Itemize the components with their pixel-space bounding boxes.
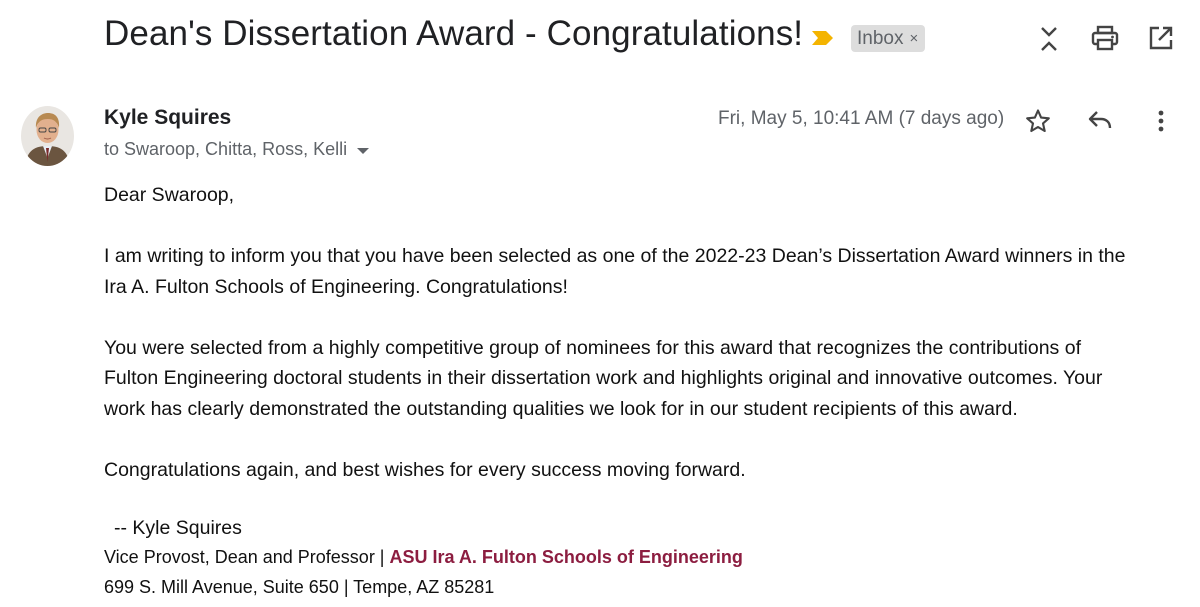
recipients-text: to Swaroop, Chitta, Ross, Kelli: [104, 139, 348, 159]
signature-title-line: Vice Provost, Dean and Professor | ASU I…: [104, 542, 743, 572]
paragraph-2-line-1: You were selected from a highly competit…: [104, 336, 1081, 359]
paragraph-1-line-2: Ira A. Fulton Schools of Engineering. Co…: [104, 275, 568, 298]
label-chip-text: Inbox: [857, 27, 904, 49]
signature-address: 699 S. Mill Avenue, Suite 650 | Tempe, A…: [104, 577, 495, 597]
recipients-line: to Swaroop, Chitta, Ross, Kelli: [104, 139, 370, 160]
greeting: Dear Swaroop,: [104, 184, 235, 206]
paragraph-1-line-1: I am writing to inform you that you have…: [104, 245, 1126, 267]
show-details-caret-icon[interactable]: [357, 147, 370, 154]
closing-line: Congratulations again, and best wishes f…: [104, 458, 746, 481]
more-vert-icon[interactable]: [1144, 104, 1178, 138]
avatar[interactable]: [21, 106, 74, 166]
email-body: Dear Swaroop, I am writing to inform you…: [104, 180, 1184, 485]
email-subject: Dean's Dissertation Award - Congratulati…: [104, 14, 804, 53]
signature-org-link[interactable]: ASU Ira A. Fulton Schools of Engineering: [390, 547, 743, 567]
email-date: Fri, May 5, 10:41 AM (7 days ago): [718, 108, 1005, 129]
important-marker-icon[interactable]: [812, 30, 834, 46]
remove-label-button[interactable]: ×: [909, 30, 918, 47]
label-chip-inbox: Inbox ×: [851, 25, 926, 52]
signature-title: Vice Provost, Dean and Professor |: [104, 547, 390, 567]
signature: -- Kyle Squires Vice Provost, Dean and P…: [104, 514, 743, 602]
paragraph-2-line-2: Fulton Engineering doctoral students in …: [104, 367, 1103, 389]
subject-row: Dean's Dissertation Award - Congratulati…: [0, 0, 1200, 80]
reply-icon[interactable]: [1083, 104, 1117, 138]
open-in-new-window-icon[interactable]: [1144, 21, 1178, 55]
collapse-icon[interactable]: [1032, 22, 1066, 56]
star-icon[interactable]: [1021, 104, 1055, 138]
paragraph-2-line-3: work has clearly demonstrated the outsta…: [104, 397, 1018, 420]
signature-name: -- Kyle Squires: [114, 517, 242, 539]
print-icon[interactable]: [1088, 21, 1122, 55]
sender-name[interactable]: Kyle Squires: [104, 106, 231, 130]
